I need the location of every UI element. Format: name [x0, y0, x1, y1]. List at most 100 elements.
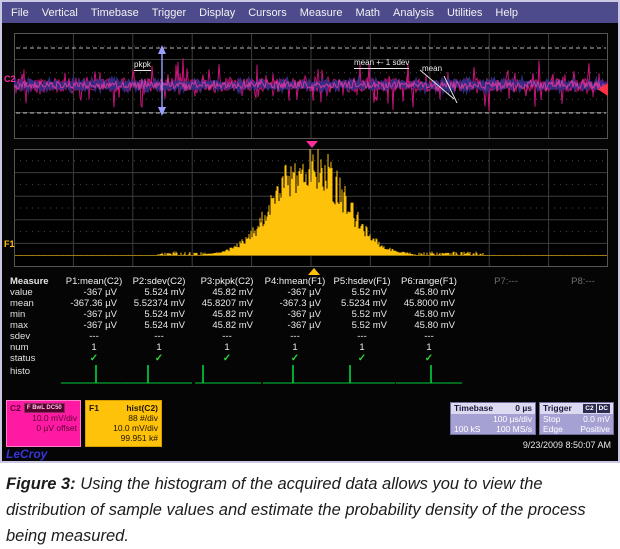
- menu-measure[interactable]: Measure: [300, 7, 343, 19]
- p1-header[interactable]: P1:mean(C2): [63, 276, 125, 287]
- p6-header[interactable]: P6:range(F1): [395, 276, 463, 287]
- trigger-mode: Stop: [543, 414, 561, 424]
- row-label-value: value: [3, 287, 63, 298]
- menu-bar: File Vertical Timebase Trigger Display C…: [2, 2, 618, 23]
- c2-trace-label: C2: [4, 74, 16, 84]
- trigger-coupling-badge: DC: [597, 404, 610, 413]
- timebase-rate: 100 MS/s: [496, 424, 532, 434]
- p5-num: 1: [329, 342, 395, 353]
- p7-max: [463, 320, 549, 331]
- c2-waveform-grid: [14, 33, 608, 139]
- p2-value: 5.524 mV: [125, 287, 193, 298]
- p5-value: 5.52 mV: [329, 287, 395, 298]
- f1-hscale: 10.0 mV/div: [89, 423, 158, 433]
- menu-vertical[interactable]: Vertical: [42, 7, 78, 19]
- p3-mean: 45.8207 mV: [193, 298, 261, 309]
- menu-cursors[interactable]: Cursors: [248, 7, 287, 19]
- c2-waveform-plot: [14, 33, 608, 139]
- figure-caption-label: Figure 3:: [6, 475, 76, 493]
- p5-mean: 5.5234 mV: [329, 298, 395, 309]
- p7-mean: [463, 298, 549, 309]
- p5-header[interactable]: P5:hsdev(F1): [329, 276, 395, 287]
- f1-function: hist(C2): [126, 403, 158, 413]
- p1-min: -367 µV: [63, 309, 125, 320]
- f1-vscale: 88 #/div: [89, 413, 158, 423]
- p6-num: 1: [395, 342, 463, 353]
- p7-value: [463, 287, 549, 298]
- mean-annotation: mean: [422, 64, 442, 73]
- trigger-box[interactable]: Trigger C2 DC Stop 0.0 mV Edge Positive: [539, 402, 614, 435]
- p4-header[interactable]: P4:hmean(F1): [261, 276, 329, 287]
- trigger-slope: Positive: [580, 424, 610, 434]
- p2-min: 5.524 mV: [125, 309, 193, 320]
- menu-trigger[interactable]: Trigger: [152, 7, 186, 19]
- p8-value: [549, 287, 617, 298]
- p6-sdev: ---: [395, 331, 463, 342]
- measure-table: Measure P1:mean(C2) P2:sdev(C2) P3:pkpk(…: [3, 276, 617, 364]
- p2-sdev: ---: [125, 331, 193, 342]
- p2-num: 1: [125, 342, 193, 353]
- menu-file[interactable]: File: [11, 7, 29, 19]
- p1-sdev: ---: [63, 331, 125, 342]
- p2-header[interactable]: P2:sdev(C2): [125, 276, 193, 287]
- c2-vscale: 10.0 mV/div: [10, 413, 77, 423]
- p3-num: 1: [193, 342, 261, 353]
- p4-mean: -367.3 µV: [261, 298, 329, 309]
- menu-math[interactable]: Math: [356, 7, 380, 19]
- menu-timebase[interactable]: Timebase: [91, 7, 139, 19]
- p2-max: 5.524 mV: [125, 320, 193, 331]
- f1-histogram-grid: [14, 149, 608, 267]
- f1-trace-label: F1: [4, 239, 15, 249]
- row-label-max: max: [3, 320, 63, 331]
- p3-sdev: ---: [193, 331, 261, 342]
- p4-num: 1: [261, 342, 329, 353]
- p7-header[interactable]: P7:---: [463, 276, 549, 287]
- p1-mean: -367.36 µV: [63, 298, 125, 309]
- c2-descriptor-box[interactable]: C2 F BwL DC50 10.0 mV/div 0 µV offset: [6, 400, 81, 447]
- trigger-source-badge: C2: [583, 404, 595, 413]
- p6-max: 45.80 mV: [395, 320, 463, 331]
- p3-max: 45.82 mV: [193, 320, 261, 331]
- menu-help[interactable]: Help: [495, 7, 518, 19]
- timebase-scale: 100 µs/div: [493, 414, 532, 424]
- p7-min: [463, 309, 549, 320]
- p8-mean: [549, 298, 617, 309]
- trigger-time-marker-icon: [306, 141, 318, 148]
- p3-header[interactable]: P3:pkpk(C2): [193, 276, 261, 287]
- p7-num: [463, 342, 549, 353]
- menu-utilities[interactable]: Utilities: [447, 7, 482, 19]
- menu-analysis[interactable]: Analysis: [393, 7, 434, 19]
- c2-box-label: C2: [10, 403, 21, 413]
- p5-min: 5.52 mV: [329, 309, 395, 320]
- c2-coupling-badge: F BwL DC50: [24, 403, 65, 413]
- p1-max: -367 µV: [63, 320, 125, 331]
- datetime-status: 9/23/2009 8:50:07 AM: [523, 440, 611, 450]
- p3-value: 45.82 mV: [193, 287, 261, 298]
- p8-max: [549, 320, 617, 331]
- timebase-box[interactable]: Timebase 0 µs 100 µs/div 100 kS 100 MS/s: [450, 402, 536, 435]
- f1-population: 99.951 k#: [89, 433, 158, 443]
- c2-offset: 0 µV offset: [10, 423, 77, 433]
- p6-mean: 45.8000 mV: [395, 298, 463, 309]
- p4-sdev: ---: [261, 331, 329, 342]
- row-label-mean: mean: [3, 298, 63, 309]
- p6-min: 45.80 mV: [395, 309, 463, 320]
- lecroy-logo: LeCroy: [6, 447, 47, 461]
- timebase-title: Timebase: [454, 403, 493, 414]
- trigger-level: 0.0 mV: [583, 414, 610, 424]
- p1-value: -367 µV: [63, 287, 125, 298]
- p8-num: [549, 342, 617, 353]
- p8-header[interactable]: P8:---: [549, 276, 617, 287]
- trigger-title: Trigger: [543, 403, 572, 414]
- trigger-type: Edge: [543, 424, 563, 434]
- menu-display[interactable]: Display: [199, 7, 235, 19]
- p5-sdev: ---: [329, 331, 395, 342]
- figure-caption: Figure 3: Using the histogram of the acq…: [6, 471, 612, 549]
- f1-box-label: F1: [89, 403, 99, 413]
- p6-value: 45.80 mV: [395, 287, 463, 298]
- row-label-num: num: [3, 342, 63, 353]
- timebase-delay: 0 µs: [515, 403, 532, 414]
- histogram-center-marker-icon: [308, 268, 320, 275]
- p3-min: 45.82 mV: [193, 309, 261, 320]
- f1-descriptor-box[interactable]: F1 hist(C2) 88 #/div 10.0 mV/div 99.951 …: [85, 400, 162, 447]
